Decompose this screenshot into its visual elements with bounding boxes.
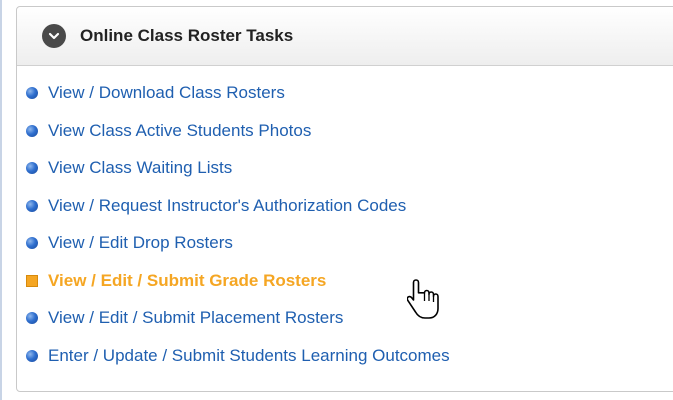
task-link-learning-outcomes[interactable]: Enter / Update / Submit Students Learnin…	[48, 346, 450, 366]
blue-bullet-icon	[26, 87, 38, 99]
task-link-waiting-lists[interactable]: View Class Waiting Lists	[48, 158, 232, 178]
list-item: View Class Active Students Photos	[2, 121, 450, 159]
list-item: Enter / Update / Submit Students Learnin…	[2, 346, 450, 384]
list-item: View Class Waiting Lists	[2, 158, 450, 196]
blue-bullet-icon	[26, 312, 38, 324]
blue-bullet-icon	[26, 199, 38, 212]
orange-bullet-icon	[26, 274, 38, 287]
blue-bullet-icon	[26, 237, 38, 249]
task-list: View / Download Class Rosters View Class…	[2, 83, 450, 383]
panel-title: Online Class Roster Tasks	[80, 26, 294, 45]
task-link-drop-rosters[interactable]: View / Edit Drop Rosters	[48, 233, 233, 253]
list-item: View / Edit / Submit Grade Rosters	[2, 271, 450, 309]
list-item: View / Edit Drop Rosters	[2, 233, 450, 271]
panel-header[interactable]: Online Class Roster Tasks	[17, 7, 673, 66]
list-item: View / Download Class Rosters	[2, 83, 450, 121]
task-link-student-photos[interactable]: View Class Active Students Photos	[48, 121, 311, 141]
task-link-grade-rosters[interactable]: View / Edit / Submit Grade Rosters	[48, 271, 326, 291]
task-link-download-rosters[interactable]: View / Download Class Rosters	[48, 83, 285, 103]
blue-bullet-icon	[26, 162, 38, 174]
blue-bullet-icon	[26, 124, 38, 137]
list-item: View / Request Instructor's Authorizatio…	[2, 196, 450, 234]
blue-bullet-icon	[26, 349, 38, 362]
hand-pointer-icon	[407, 279, 439, 319]
chevron-down-icon[interactable]	[42, 24, 66, 48]
task-link-placement-rosters[interactable]: View / Edit / Submit Placement Rosters	[48, 308, 343, 328]
task-link-authorization-codes[interactable]: View / Request Instructor's Authorizatio…	[48, 196, 406, 216]
page-frame: Online Class Roster Tasks View / Downloa…	[0, 0, 673, 400]
list-item: View / Edit / Submit Placement Rosters	[2, 308, 450, 346]
